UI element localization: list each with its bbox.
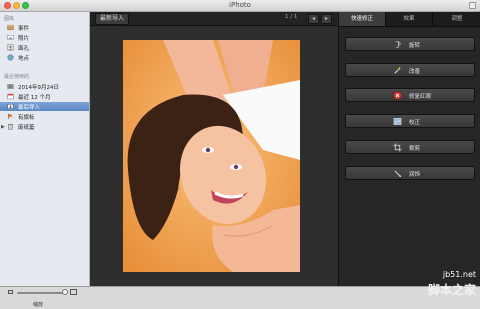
photo[interactable] xyxy=(123,40,300,272)
zoom-slider[interactable] xyxy=(17,292,65,294)
tool-label: 旋转 xyxy=(409,43,421,49)
sidebar-item-trash[interactable]: ▶ 废纸篓 xyxy=(0,122,89,131)
photo-viewer xyxy=(90,26,337,286)
sidebar-item-label: 事件 xyxy=(18,26,30,32)
flag-icon xyxy=(8,113,13,120)
tool-label: 裁剪 xyxy=(409,146,421,152)
enhance-icon xyxy=(394,66,402,74)
sidebar-item-faces[interactable]: 面孔 xyxy=(0,43,89,52)
page-counter: 1 / 1 xyxy=(285,14,298,20)
trash-icon xyxy=(8,124,13,130)
sidebar: 图库 事件 照片 面孔 地点 最近使用的 2014年9月24日 最近 12 个月… xyxy=(0,12,90,286)
sidebar-item-label: 有旗标 xyxy=(18,115,35,121)
tab-adjust[interactable]: 调整 xyxy=(433,12,480,26)
sidebar-item-label: 2014年9月24日 xyxy=(18,85,59,91)
tool-label: 修复红眼 xyxy=(409,94,432,100)
crop-icon xyxy=(393,143,402,152)
crop-button[interactable]: 裁剪 xyxy=(345,140,475,154)
zoom-label: 缩放 xyxy=(33,302,44,308)
watermark: jb51.net 脚本之家 xyxy=(428,270,476,298)
fix-red-eye-button[interactable]: 修复红眼 xyxy=(345,88,475,102)
disclosure-triangle-icon[interactable]: ▶ xyxy=(1,124,5,130)
recent-heading: 最近使用的 xyxy=(4,74,30,80)
sidebar-item-events[interactable]: 事件 xyxy=(0,23,89,32)
viewer-toolbar: 最新导入 1 / 1 ◂ ▸ xyxy=(90,12,337,26)
sidebar-item-label: 最后导入 xyxy=(18,105,41,111)
library-heading: 图库 xyxy=(4,16,15,22)
title-bar: iPhoto xyxy=(0,0,480,12)
tool-label: 改善 xyxy=(409,69,421,75)
sidebar-item-places[interactable]: 地点 xyxy=(0,53,89,62)
places-icon xyxy=(7,54,14,61)
zoom-slider-thumb[interactable] xyxy=(62,289,68,295)
sidebar-item-last-import[interactable]: 最后导入 xyxy=(0,102,89,111)
watermark-brand: 脚本之家 xyxy=(427,283,476,297)
photos-icon xyxy=(7,35,14,40)
sidebar-item-label: 废纸篓 xyxy=(18,125,35,131)
retouch-icon xyxy=(394,170,402,178)
bottom-toolbar: 缩放 xyxy=(0,286,480,309)
tab-quick-fixes[interactable]: 快速修正 xyxy=(339,12,386,26)
calendar-icon xyxy=(7,93,14,100)
edit-tabs: 快速修正 效果 调整 xyxy=(339,12,480,27)
tool-label: 校正 xyxy=(409,120,421,126)
tool-label: 润饰 xyxy=(409,172,421,178)
sidebar-item-label: 最近 12 个月 xyxy=(18,95,51,101)
sidebar-item-event-date[interactable]: 2014年9月24日 xyxy=(0,82,89,91)
sidebar-item-photos[interactable]: 照片 xyxy=(0,33,89,42)
previous-photo-button[interactable]: ◂ xyxy=(308,14,319,24)
straighten-button[interactable]: 校正 xyxy=(345,114,475,128)
sidebar-item-label: 面孔 xyxy=(18,46,30,52)
sidebar-item-last-12-months[interactable]: 最近 12 个月 xyxy=(0,92,89,101)
zoom-out-icon[interactable] xyxy=(8,290,13,294)
straighten-icon xyxy=(393,118,402,125)
next-photo-button[interactable]: ▸ xyxy=(321,14,332,24)
sidebar-item-label: 地点 xyxy=(18,56,30,62)
enhance-button[interactable]: 改善 xyxy=(345,63,475,77)
tab-effects[interactable]: 效果 xyxy=(386,12,433,26)
retouch-button[interactable]: 润饰 xyxy=(345,166,475,180)
rotate-icon xyxy=(395,41,401,48)
window-title: iPhoto xyxy=(229,1,251,9)
sidebar-item-label: 照片 xyxy=(18,36,30,42)
red-eye-icon xyxy=(393,91,402,100)
last-import-icon xyxy=(7,104,14,109)
portrait-image xyxy=(123,40,300,272)
faces-icon xyxy=(7,44,14,51)
iphoto-window: iPhoto 图库 事件 照片 面孔 地点 最近使用的 2014年9月24日 最… xyxy=(0,0,480,309)
watermark-url: jb51.net xyxy=(442,270,476,279)
zoom-in-icon[interactable] xyxy=(70,289,77,295)
album-breadcrumb-button[interactable]: 最新导入 xyxy=(95,13,130,25)
rotate-button[interactable]: 旋转 xyxy=(345,37,475,51)
sidebar-item-flagged[interactable]: 有旗标 xyxy=(0,112,89,121)
event-icon xyxy=(7,84,14,89)
fullscreen-button[interactable] xyxy=(469,2,476,9)
edit-panel: 快速修正 效果 调整 旋转 改善 修复红眼 校正 裁剪 润饰 xyxy=(338,12,480,286)
events-icon xyxy=(7,24,14,30)
